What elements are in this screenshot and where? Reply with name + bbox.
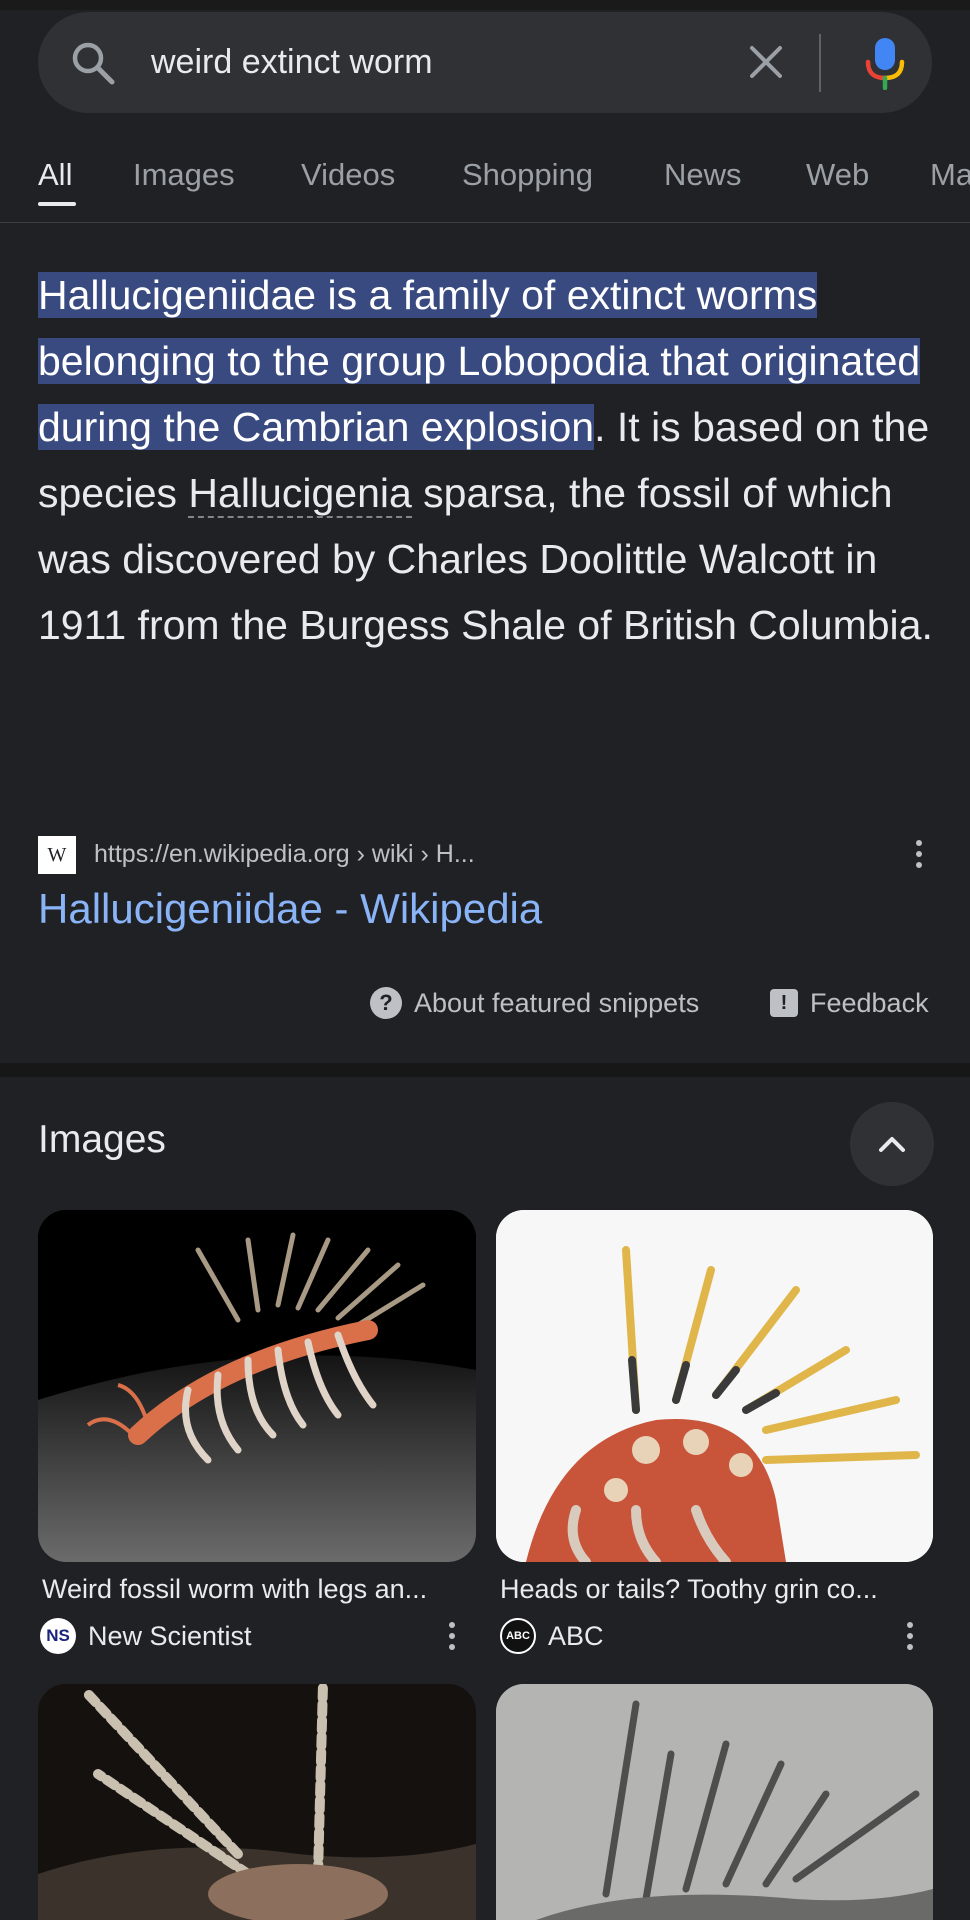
feedback-icon: ! — [770, 989, 798, 1017]
featured-snippet: Hallucigeniidae is a family of extinct w… — [38, 262, 938, 658]
result-title-link[interactable]: Hallucigeniidae - Wikipedia — [38, 885, 542, 933]
image-thumbnail[interactable] — [496, 1684, 933, 1920]
search-icon[interactable] — [70, 40, 116, 86]
clear-icon[interactable] — [738, 34, 794, 90]
feedback-label: Feedback — [810, 987, 929, 1018]
about-label: About featured snippets — [414, 987, 700, 1018]
feedback-button[interactable]: ! Feedback — [770, 978, 929, 1028]
mic-icon[interactable] — [860, 36, 910, 90]
wikipedia-favicon: W — [38, 836, 76, 874]
tab-all[interactable]: All — [38, 157, 72, 193]
search-divider — [819, 34, 821, 92]
source-name: New Scientist — [88, 1620, 252, 1651]
search-input[interactable]: weird extinct worm — [151, 12, 433, 113]
search-bar[interactable]: weird extinct worm — [38, 12, 932, 113]
more-options-icon[interactable] — [904, 834, 934, 874]
tab-images[interactable]: Images — [133, 157, 235, 193]
image-caption[interactable]: Heads or tails? Toothy grin co... — [500, 1574, 878, 1605]
tab-shopping[interactable]: Shopping — [462, 157, 593, 193]
newscientist-logo-icon: NS — [40, 1618, 76, 1654]
more-options-icon[interactable] — [437, 1616, 467, 1656]
tab-maps[interactable]: Ma — [930, 157, 970, 193]
abc-logo-icon: ABC — [500, 1618, 536, 1654]
chevron-up-icon — [879, 1137, 905, 1152]
image-thumbnail[interactable] — [38, 1684, 476, 1920]
snippet-meta-row: ? About featured snippets ! Feedback — [0, 978, 970, 1028]
status-strip — [0, 0, 970, 10]
help-icon: ? — [370, 987, 402, 1019]
worm-photo — [38, 1684, 476, 1920]
image-caption[interactable]: Weird fossil worm with legs an... — [42, 1574, 427, 1605]
snippet-term-link[interactable]: Hallucigenia — [188, 470, 412, 518]
tabs-divider — [0, 222, 970, 223]
source-row: W https://en.wikipedia.org › wiki › H... — [38, 832, 932, 876]
more-options-icon[interactable] — [895, 1616, 925, 1656]
section-separator — [0, 1063, 970, 1077]
tab-videos[interactable]: Videos — [301, 157, 395, 193]
tab-news[interactable]: News — [664, 157, 742, 193]
source-name: ABC — [548, 1620, 604, 1651]
active-tab-indicator — [38, 202, 76, 206]
worm-illustration — [496, 1210, 933, 1562]
source-url[interactable]: https://en.wikipedia.org › wiki › H... — [94, 832, 475, 876]
worm-illustration — [38, 1210, 476, 1562]
search-tabs: All Images Videos Shopping News Web Ma — [0, 140, 970, 220]
collapse-button[interactable] — [850, 1102, 934, 1186]
image-source[interactable]: NS New Scientist — [40, 1616, 252, 1656]
fossil-photo — [496, 1684, 933, 1920]
image-source[interactable]: ABC ABC — [500, 1616, 604, 1656]
tab-web[interactable]: Web — [806, 157, 869, 193]
about-snippets-button[interactable]: ? About featured snippets — [370, 978, 699, 1028]
images-heading: Images — [38, 1118, 166, 1161]
image-thumbnail[interactable] — [496, 1210, 933, 1562]
image-thumbnail[interactable] — [38, 1210, 476, 1562]
